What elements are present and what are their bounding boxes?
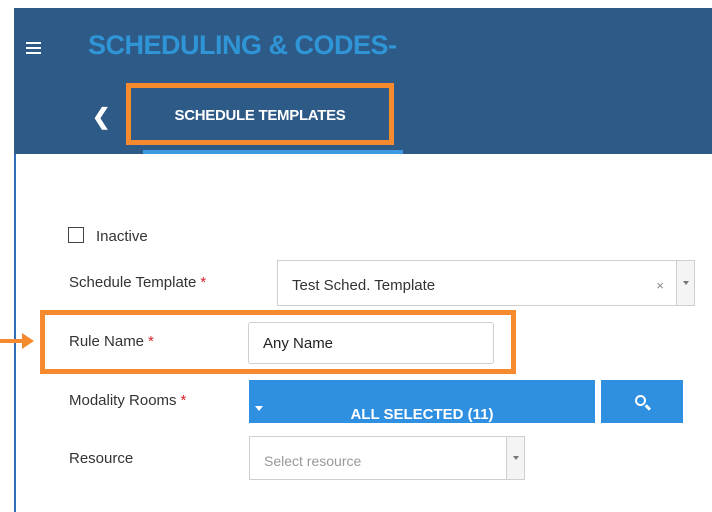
resource-label: Resource [69, 450, 134, 467]
modality-rooms-label-text: Modality Rooms [69, 392, 177, 409]
app-title[interactable]: SCHEDULING & CODES- [88, 30, 397, 61]
schedule-template-label: Schedule Template * [69, 274, 206, 291]
content-left-border [14, 154, 16, 512]
rule-name-value: Any Name [263, 335, 334, 352]
modality-rooms-button-label: ALL SELECTED (11) [350, 406, 494, 423]
rule-name-input[interactable]: Any Name [248, 322, 494, 364]
schedule-template-select[interactable]: Test Sched. Template × [277, 260, 695, 306]
callout-arrow-icon [22, 333, 34, 349]
active-tab-indicator [143, 150, 403, 154]
resource-select[interactable]: Select resource [249, 436, 525, 480]
tab-schedule-templates[interactable]: SCHEDULE TEMPLATES [126, 83, 394, 145]
inactive-checkbox[interactable] [68, 227, 84, 243]
modality-rooms-label: Modality Rooms * [69, 392, 186, 409]
modality-rooms-dropdown-button[interactable]: ALL SELECTED (11) [249, 380, 595, 423]
chevron-down-icon[interactable] [676, 261, 694, 305]
schedule-template-value: Test Sched. Template [292, 277, 436, 294]
callout-arrow-shaft [0, 339, 22, 343]
app-title-text: SCHEDULING & CODES [88, 30, 389, 60]
app-title-caret: - [388, 30, 397, 60]
required-marker: * [148, 333, 154, 350]
caret-down-icon [255, 406, 263, 411]
search-icon [635, 395, 646, 406]
resource-placeholder: Select resource [264, 453, 362, 469]
required-marker: * [200, 274, 207, 291]
search-button[interactable] [601, 380, 683, 423]
inactive-label: Inactive [96, 228, 148, 245]
rule-name-label-text: Rule Name [69, 333, 145, 350]
hamburger-menu-icon[interactable] [26, 42, 41, 54]
back-chevron-icon[interactable]: ❮ [92, 104, 110, 130]
clear-icon[interactable]: × [656, 278, 664, 293]
rule-name-label: Rule Name * [69, 333, 154, 350]
required-marker: * [180, 392, 187, 409]
schedule-template-label-text: Schedule Template [69, 274, 197, 291]
chevron-down-icon[interactable] [506, 437, 524, 479]
tab-label: SCHEDULE TEMPLATES [174, 107, 346, 124]
